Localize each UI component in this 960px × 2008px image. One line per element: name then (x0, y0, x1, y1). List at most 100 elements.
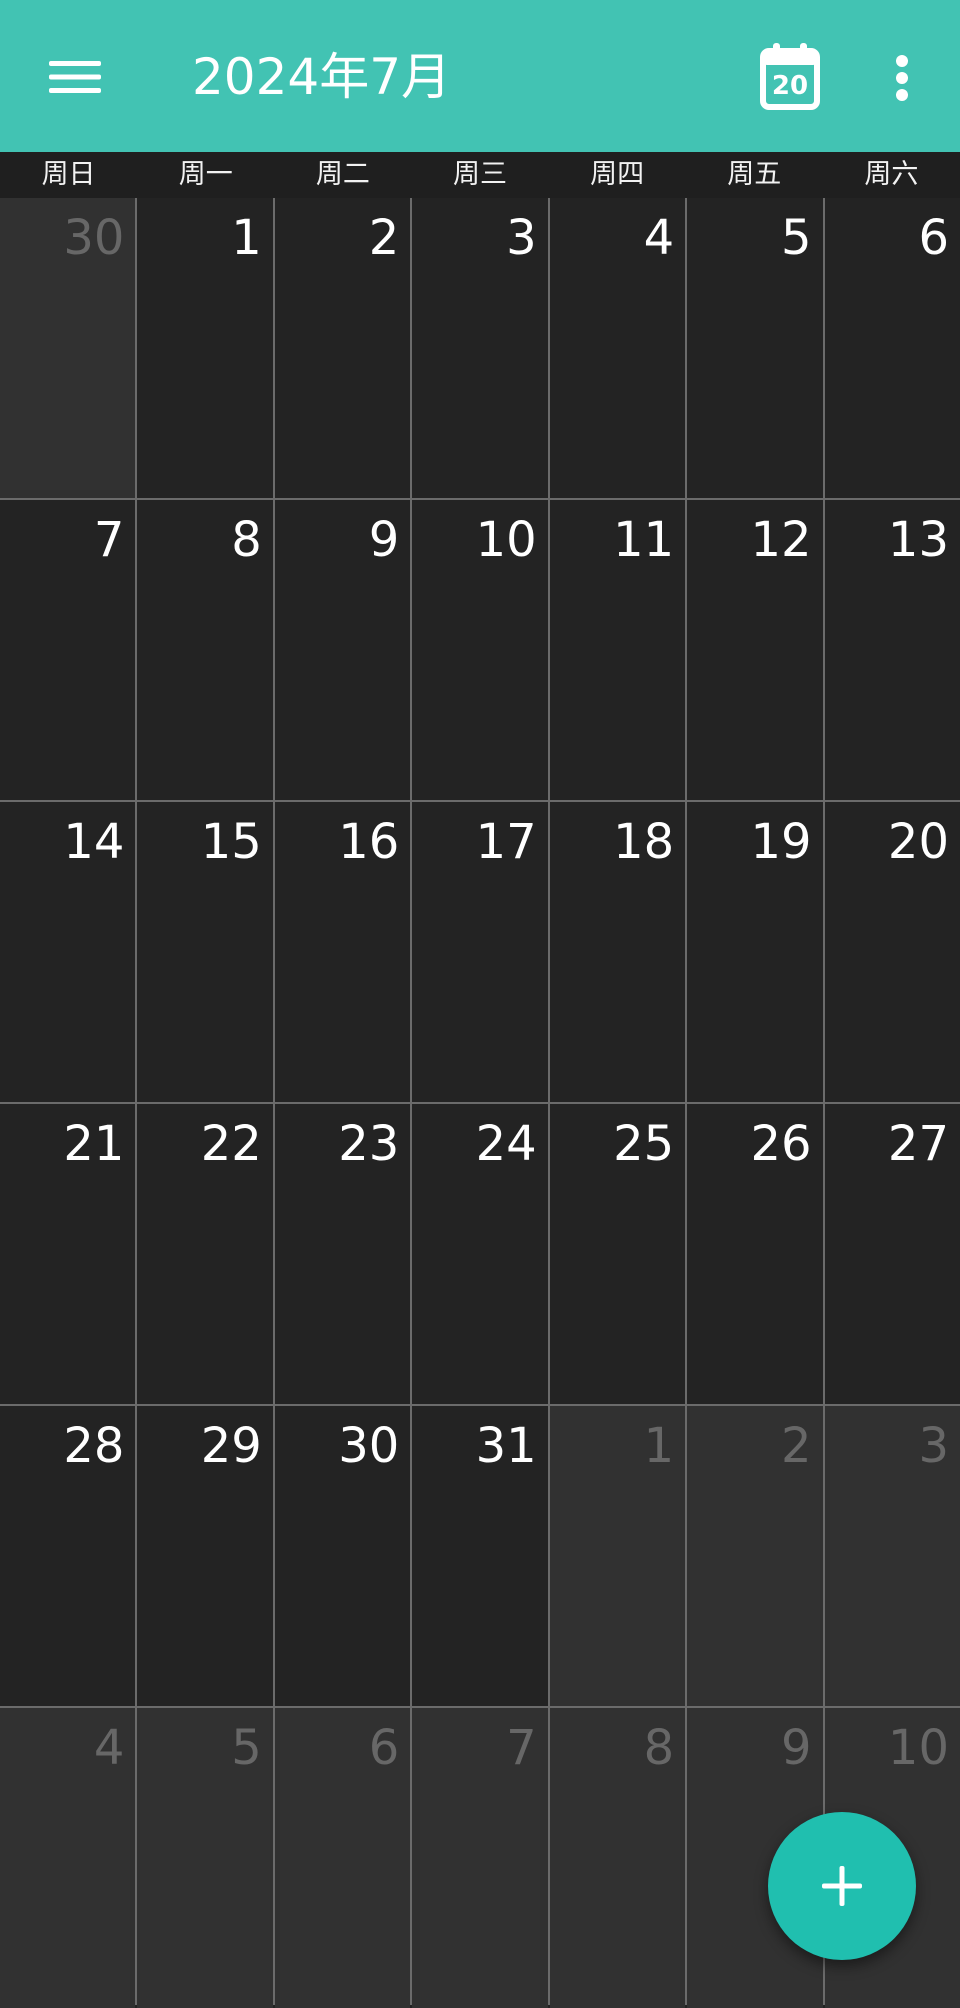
day-number: 6 (918, 210, 949, 266)
day-cell-adjacent-month[interactable]: 3 (824, 1406, 960, 1706)
day-cell[interactable]: 19 (687, 802, 823, 1102)
more-vert-icon (896, 55, 908, 101)
day-cell[interactable]: 21 (0, 1104, 136, 1404)
add-event-button[interactable] (768, 1812, 916, 1960)
calendar-today-icon: 20 (759, 41, 821, 111)
day-number: 13 (887, 512, 949, 568)
day-cell[interactable]: 16 (274, 802, 411, 1102)
day-number: 11 (613, 512, 675, 568)
day-number: 18 (613, 814, 675, 870)
day-number: 22 (200, 1116, 262, 1172)
day-number: 8 (643, 1720, 675, 1776)
day-number: 27 (887, 1116, 949, 1172)
day-number: 3 (506, 210, 537, 266)
day-cell[interactable]: 14 (0, 802, 136, 1102)
weekday-header-row: 周日 周一 周二 周三 周四 周五 周六 (0, 152, 960, 200)
day-number: 2 (368, 210, 400, 266)
day-cell[interactable]: 26 (687, 1104, 823, 1404)
day-number: 3 (918, 1418, 949, 1474)
weekday-label: 周日 (41, 159, 96, 190)
today-button[interactable]: 20 (748, 34, 832, 118)
day-cell-adjacent-month[interactable]: 5 (137, 1708, 273, 2008)
day-cell[interactable]: 30 (274, 1406, 411, 1706)
day-cell[interactable]: 4 (549, 198, 686, 498)
weekday-label: 周一 (178, 159, 233, 190)
weekday-label: 周四 (590, 159, 645, 190)
day-number: 1 (643, 1418, 675, 1474)
day-number: 14 (63, 814, 125, 870)
day-cell-adjacent-month[interactable]: 4 (0, 1708, 136, 2008)
day-number: 9 (781, 1720, 812, 1776)
day-number: 10 (475, 512, 537, 568)
weekday-label: 周六 (864, 159, 919, 190)
day-cell[interactable]: 13 (824, 500, 960, 800)
day-cell-adjacent-month[interactable]: 6 (274, 1708, 411, 2008)
day-number: 12 (750, 512, 812, 568)
today-date-number: 20 (771, 71, 809, 101)
day-number: 31 (475, 1418, 537, 1474)
day-cell[interactable]: 1 (137, 198, 273, 498)
weekday-label: 周二 (315, 159, 370, 190)
day-number: 28 (63, 1418, 125, 1474)
day-number: 9 (368, 512, 400, 568)
menu-button[interactable] (38, 40, 112, 114)
day-cell[interactable]: 11 (549, 500, 686, 800)
day-number: 24 (475, 1116, 537, 1172)
day-cell[interactable]: 5 (687, 198, 823, 498)
day-number: 5 (781, 210, 812, 266)
day-cell-adjacent-month[interactable]: 30 (0, 198, 136, 498)
day-cell[interactable]: 6 (824, 198, 960, 498)
day-number: 1 (231, 210, 262, 266)
weekday-label: 周五 (727, 159, 782, 190)
day-cell[interactable]: 18 (549, 802, 686, 1102)
day-number: 23 (338, 1116, 400, 1172)
day-number: 4 (93, 1720, 125, 1776)
day-number: 29 (200, 1418, 262, 1474)
day-cell[interactable]: 12 (687, 500, 823, 800)
app-bar: 2024年7月 20 (0, 0, 960, 152)
month-title[interactable]: 2024年7月 (192, 42, 451, 112)
day-cell[interactable]: 25 (549, 1104, 686, 1404)
day-cell[interactable]: 28 (0, 1406, 136, 1706)
day-number: 16 (338, 814, 400, 870)
day-number: 20 (887, 814, 949, 870)
day-number: 5 (231, 1720, 262, 1776)
day-cell[interactable]: 20 (824, 802, 960, 1102)
day-cell[interactable]: 31 (412, 1406, 548, 1706)
day-number: 15 (200, 814, 262, 870)
day-number: 10 (887, 1720, 949, 1776)
day-number: 21 (63, 1116, 125, 1172)
day-number: 17 (475, 814, 537, 870)
day-number: 19 (750, 814, 812, 870)
day-cell[interactable]: 8 (137, 500, 273, 800)
day-cell-adjacent-month[interactable]: 1 (549, 1406, 686, 1706)
more-options-button[interactable] (864, 40, 940, 116)
day-number: 26 (750, 1116, 812, 1172)
day-cell-adjacent-month[interactable]: 8 (549, 1708, 686, 2008)
day-number: 30 (63, 210, 125, 266)
day-number: 7 (93, 512, 125, 568)
plus-icon (822, 1866, 862, 1906)
month-grid: 30 1 2 3 4 5 6 7 8 9 10 11 12 13 14 15 16 17 18 19 20 21 22 23 2… (0, 198, 960, 2008)
day-cell[interactable]: 29 (137, 1406, 273, 1706)
day-cell[interactable]: 17 (412, 802, 548, 1102)
weekday-label: 周三 (452, 159, 507, 190)
day-cell[interactable]: 24 (412, 1104, 548, 1404)
day-cell-adjacent-month[interactable]: 2 (687, 1406, 823, 1706)
day-cell[interactable]: 10 (412, 500, 548, 800)
day-cell[interactable]: 15 (137, 802, 273, 1102)
day-cell[interactable]: 23 (274, 1104, 411, 1404)
day-cell[interactable]: 3 (412, 198, 548, 498)
day-cell[interactable]: 27 (824, 1104, 960, 1404)
day-number: 30 (338, 1418, 400, 1474)
day-cell[interactable]: 7 (0, 500, 136, 800)
day-cell[interactable]: 2 (274, 198, 411, 498)
day-cell[interactable]: 9 (274, 500, 411, 800)
day-number: 8 (231, 512, 262, 568)
day-number: 6 (368, 1720, 400, 1776)
day-number: 7 (506, 1720, 537, 1776)
day-cell[interactable]: 22 (137, 1104, 273, 1404)
day-cell-adjacent-month[interactable]: 7 (412, 1708, 548, 2008)
day-number: 4 (643, 210, 675, 266)
day-number: 2 (781, 1418, 812, 1474)
